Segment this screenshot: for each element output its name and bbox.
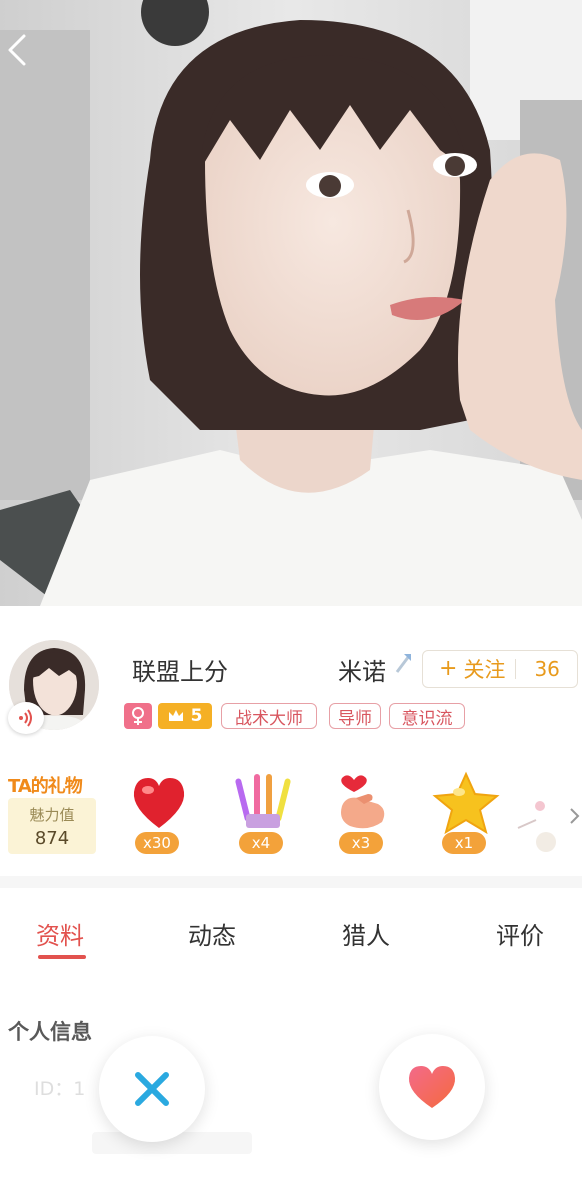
charm-value: 874 [34,828,70,849]
tab-profile[interactable]: 资料 [36,916,84,951]
tab-moments[interactable]: 动态 [188,916,236,951]
sound-wave-icon [19,709,32,727]
crown-icon [168,710,183,721]
sword-badge-icon [395,654,411,673]
display-name: 联盟上分 [132,658,228,686]
tab-reviews[interactable]: 评价 [496,916,544,951]
charm-panel: 魅力值 874 [8,798,96,854]
gift-title: TA的礼物 [8,776,83,797]
like-button[interactable] [379,1034,485,1140]
plus-icon: + [439,656,458,681]
section-divider [0,876,582,888]
gift-item[interactable]: x1 [431,770,501,856]
chevron-left-icon [8,34,26,66]
gift-count: x30 [135,832,179,854]
gender-badge [124,703,152,729]
user-id: ID：1 [34,1078,86,1100]
tag-awareness: 意识流 [389,703,465,729]
star-gift-icon [432,771,500,834]
tag-tactics-master: 战术大师 [221,703,317,729]
finger-heart-gift-icon [341,775,385,829]
glowstick-gift-icon [235,774,291,828]
tag-mentor: 导师 [329,703,381,729]
heart-icon [408,1066,456,1108]
gift-count: x3 [339,832,383,854]
gift-item[interactable]: x3 [328,770,398,856]
follow-button[interactable]: + 关注 36 [422,650,578,688]
follow-label: 关注 [463,658,506,682]
flower-gift-icon [517,801,556,852]
active-tab-indicator [38,955,86,959]
heart-gift-icon [133,778,185,828]
divider [515,659,517,679]
section-title: 个人信息 [8,1020,92,1044]
gift-item[interactable]: x30 [124,770,194,856]
voice-intro-button[interactable] [8,702,44,734]
display-name-secondary: 米诺 [338,658,386,686]
back-button[interactable] [4,30,32,70]
level-badge: 5 [158,703,212,729]
gift-count: x1 [442,832,486,854]
chevron-right-icon[interactable] [568,805,582,827]
follower-count: 36 [534,657,560,681]
profile-photo [0,0,582,606]
gift-summary[interactable]: TA的礼物 魅力值 874 [8,770,96,854]
female-icon [132,707,144,725]
level-value: 5 [190,706,203,726]
gift-item[interactable]: x4 [228,770,298,856]
charm-label: 魅力值 [29,806,75,824]
dislike-button[interactable] [99,1036,205,1142]
gift-count: x4 [239,832,283,854]
tab-hunter[interactable]: 猎人 [342,916,390,951]
close-icon [135,1072,169,1106]
